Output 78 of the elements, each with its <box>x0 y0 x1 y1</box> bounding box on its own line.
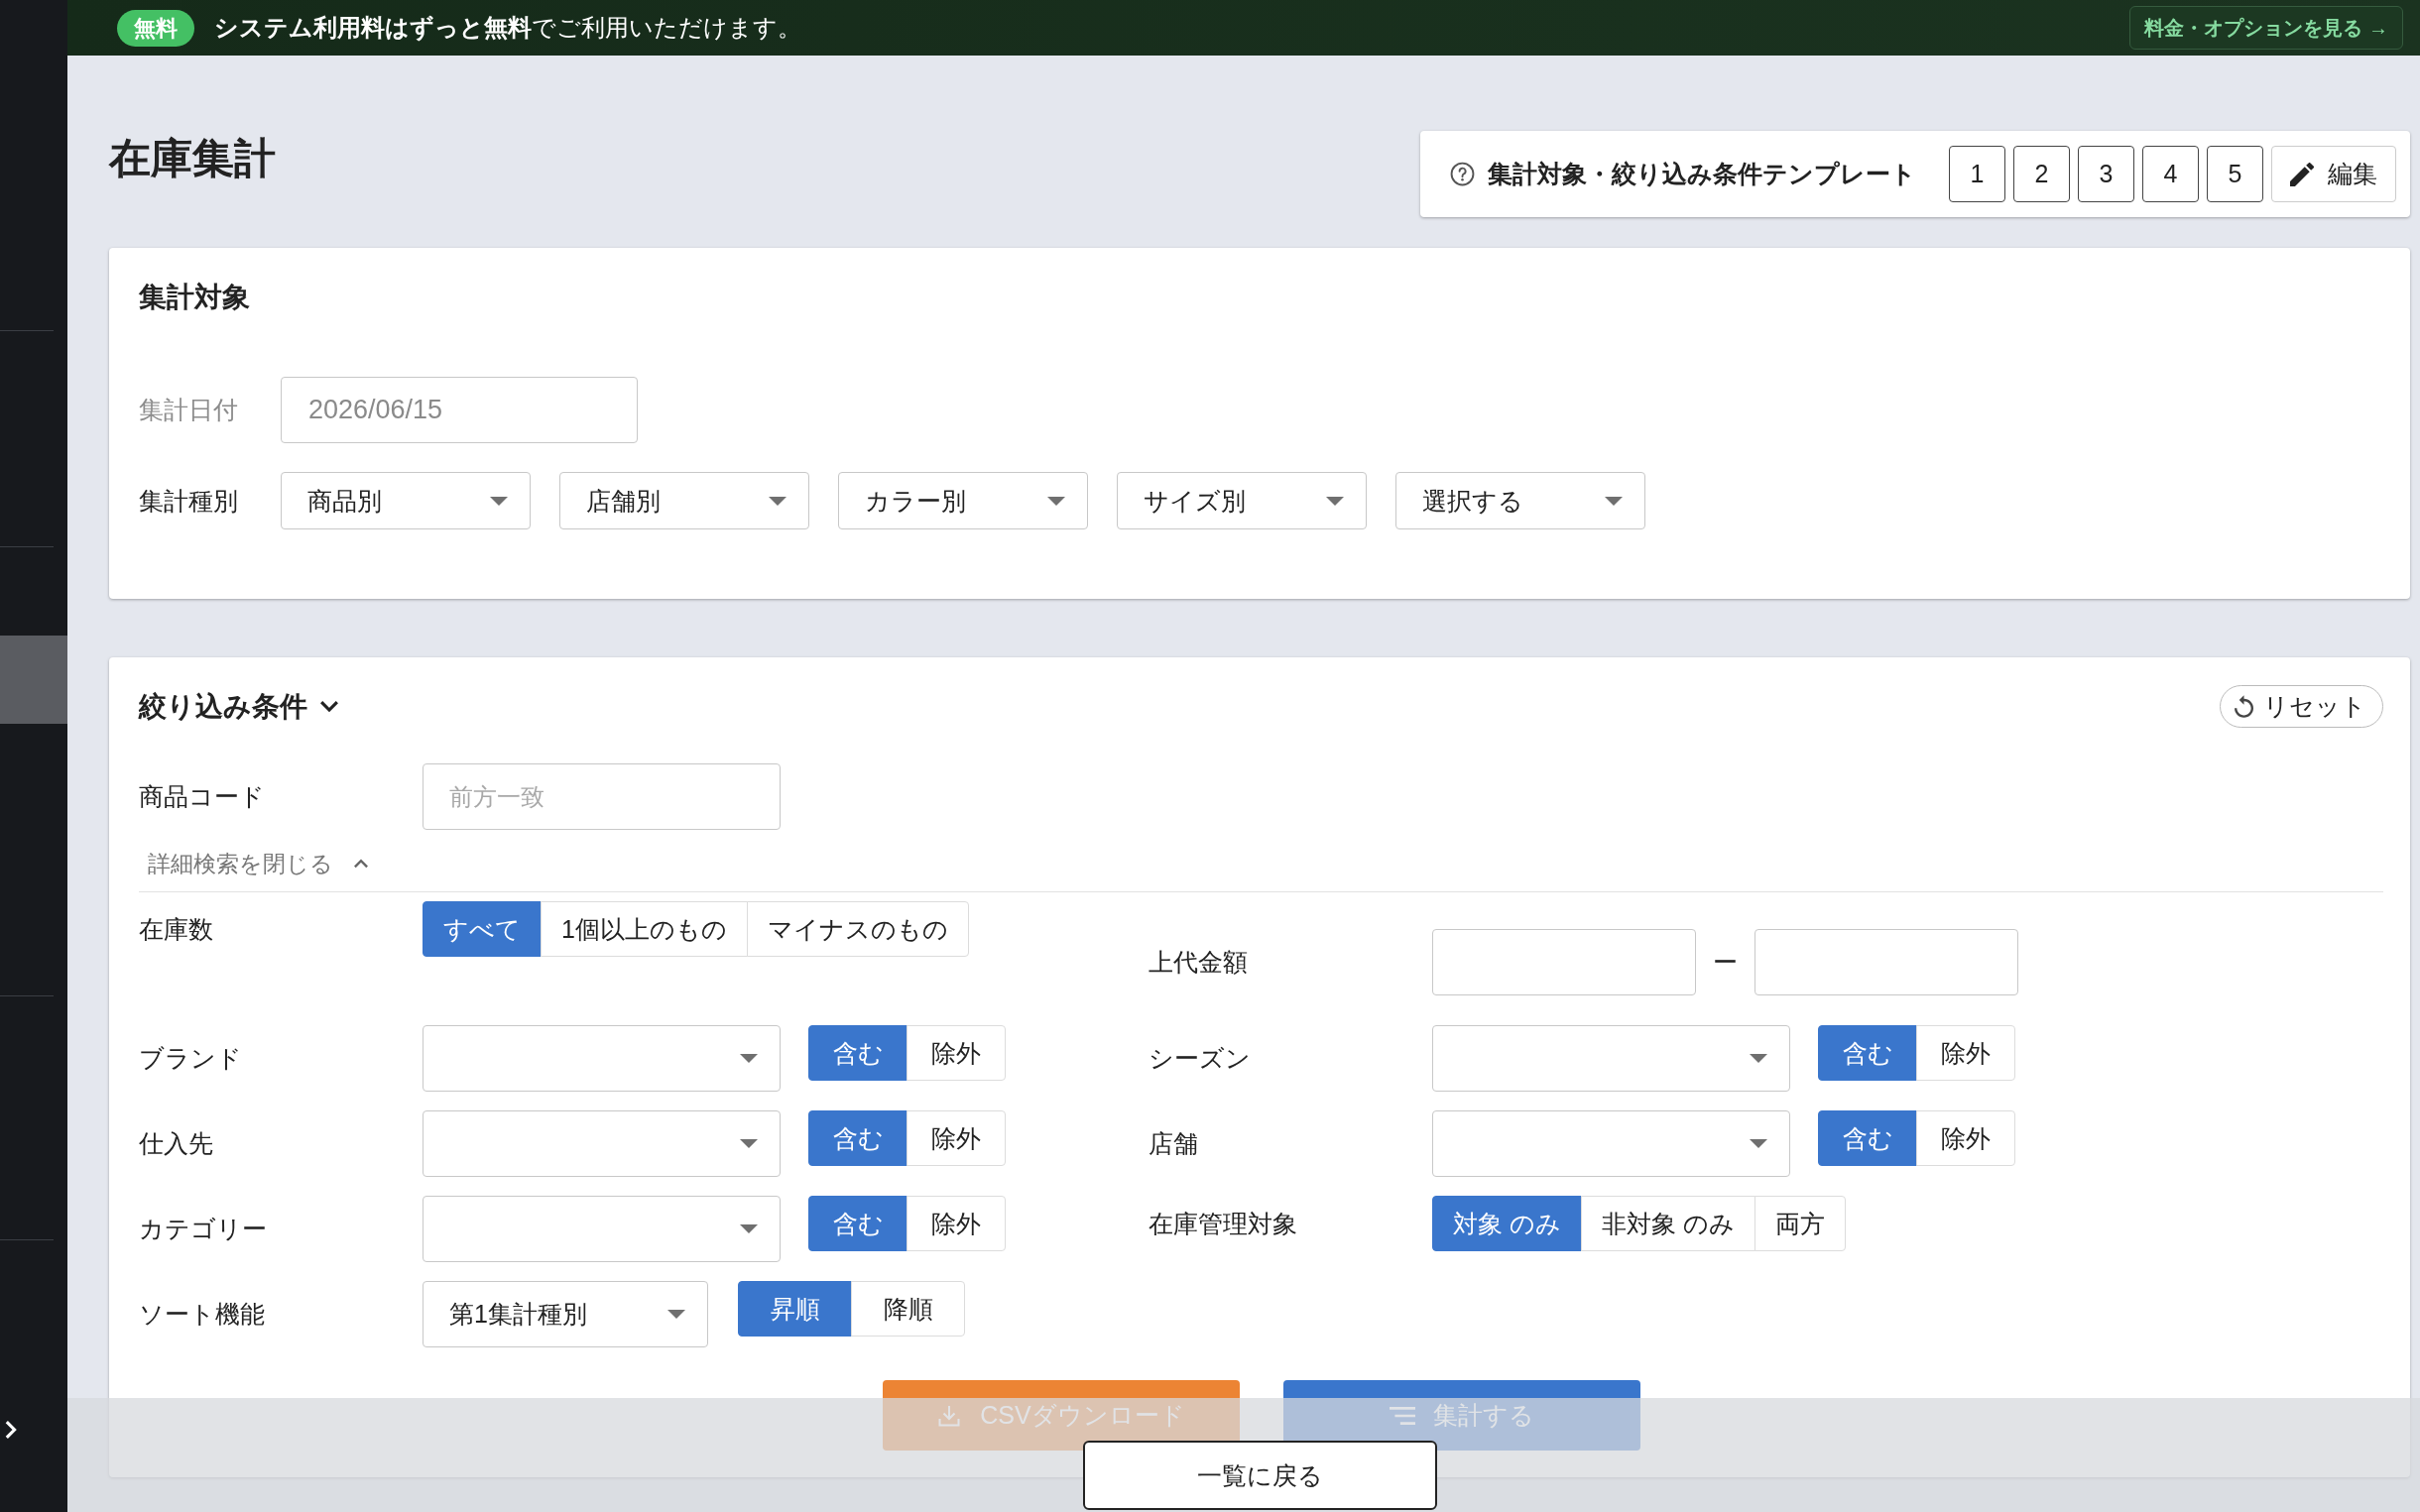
toggle-button[interactable]: 含む <box>1818 1110 1917 1166</box>
field-label: ブランド <box>139 1043 243 1074</box>
back-button[interactable]: 一覧に戻る <box>1082 1441 1437 1510</box>
field-label: 商品コード <box>139 781 266 812</box>
toggle-button[interactable]: 昇順 <box>738 1281 852 1337</box>
caret-icon <box>1047 496 1065 506</box>
caret-icon <box>769 496 786 506</box>
field-label: シーズン <box>1149 1043 1252 1074</box>
caret-icon <box>740 1054 758 1063</box>
field-label: 集計種別 <box>139 485 239 517</box>
segment-button[interactable]: マイナスのもの <box>746 901 969 957</box>
toggle-button[interactable]: 除外 <box>1916 1110 2015 1166</box>
dropdown[interactable] <box>423 1025 781 1092</box>
caret-icon <box>1750 1054 1767 1063</box>
toggle-button[interactable]: 除外 <box>907 1025 1006 1081</box>
caret-icon <box>667 1310 685 1319</box>
sidebar-highlight[interactable] <box>0 636 67 724</box>
template-label: 集計対象・絞り込み条件テンプレート <box>1488 159 1917 189</box>
template-slot-button[interactable]: 3 <box>2078 146 2134 202</box>
help-icon[interactable] <box>1450 162 1475 186</box>
reset-icon <box>2235 695 2253 718</box>
input-field[interactable] <box>1432 929 1696 995</box>
pencil-icon <box>2290 162 2314 186</box>
page-title: 在庫集計 <box>109 134 276 183</box>
reset-button[interactable]: リセット <box>2220 685 2383 728</box>
field-label: 在庫数 <box>139 913 214 945</box>
caret-icon <box>740 1224 758 1233</box>
range-separator: ー <box>1713 947 1738 978</box>
dropdown[interactable]: 商品別 <box>281 472 531 529</box>
card-title: 絞り込み条件 <box>139 689 307 724</box>
caret-icon <box>1750 1139 1767 1148</box>
dropdown[interactable] <box>423 1110 781 1177</box>
field-label: 集計日付 <box>139 395 239 425</box>
toggle-button[interactable]: 含む <box>808 1196 908 1251</box>
toggle-button[interactable]: 除外 <box>907 1110 1006 1166</box>
template-slot-button[interactable]: 2 <box>2013 146 2070 202</box>
segment-button[interactable]: 両方 <box>1754 1196 1846 1251</box>
field-label: 店舗 <box>1149 1128 1199 1159</box>
template-slot-button[interactable]: 1 <box>1949 146 2005 202</box>
chevron-icon[interactable] <box>319 700 339 713</box>
template-slot-button[interactable]: 5 <box>2207 146 2263 202</box>
toggle-button[interactable]: 含む <box>1818 1025 1917 1081</box>
caret-icon <box>490 496 508 506</box>
caret-icon <box>1605 496 1623 506</box>
pricing-link[interactable]: 料金・オプションを見る → <box>2129 6 2403 50</box>
caret-icon <box>1326 496 1344 506</box>
field-label: 仕入先 <box>139 1128 214 1159</box>
dropdown[interactable]: カラー別 <box>838 472 1088 529</box>
dropdown[interactable] <box>1432 1110 1790 1177</box>
caret-icon <box>740 1139 758 1148</box>
segment-button[interactable]: 1個以上のもの <box>541 901 748 957</box>
toggle-button[interactable]: 含む <box>808 1110 908 1166</box>
template-slot-button[interactable]: 4 <box>2142 146 2199 202</box>
toggle-button[interactable]: 含む <box>808 1025 908 1081</box>
toggle-button[interactable]: 降順 <box>851 1281 965 1337</box>
banner-message: システム利用料はずっと無料でご利用いただけます。 <box>214 13 801 44</box>
dropdown[interactable] <box>1432 1025 1790 1092</box>
field-label: 在庫管理対象 <box>1149 1208 1298 1239</box>
input-field[interactable] <box>1754 929 2018 995</box>
edit-button[interactable]: 編集 <box>2271 146 2396 202</box>
segment-button[interactable]: すべて <box>423 901 542 957</box>
dropdown[interactable]: 選択する <box>1395 472 1645 529</box>
dropdown[interactable]: 店舗別 <box>559 472 809 529</box>
dropdown[interactable]: 第1集計種別 <box>423 1281 708 1347</box>
detail-toggle-link[interactable]: 詳細検索を閉じる <box>148 847 369 880</box>
field-label: 上代金額 <box>1149 947 1249 978</box>
input-field[interactable]: 前方一致 <box>423 763 781 830</box>
dropdown[interactable] <box>423 1196 781 1262</box>
segment-button[interactable]: 非対象 のみ <box>1580 1196 1755 1251</box>
dropdown[interactable]: サイズ別 <box>1117 472 1367 529</box>
segment-button[interactable]: 対象 のみ <box>1432 1196 1582 1251</box>
chevron-icon <box>353 859 369 869</box>
field-label: ソート機能 <box>139 1299 266 1330</box>
toggle-button[interactable]: 除外 <box>1916 1025 2015 1081</box>
toggle-button[interactable]: 除外 <box>907 1196 1006 1251</box>
free-badge: 無料 <box>117 9 194 47</box>
card-title: 集計対象 <box>139 281 251 314</box>
field-label: カテゴリー <box>139 1214 268 1244</box>
